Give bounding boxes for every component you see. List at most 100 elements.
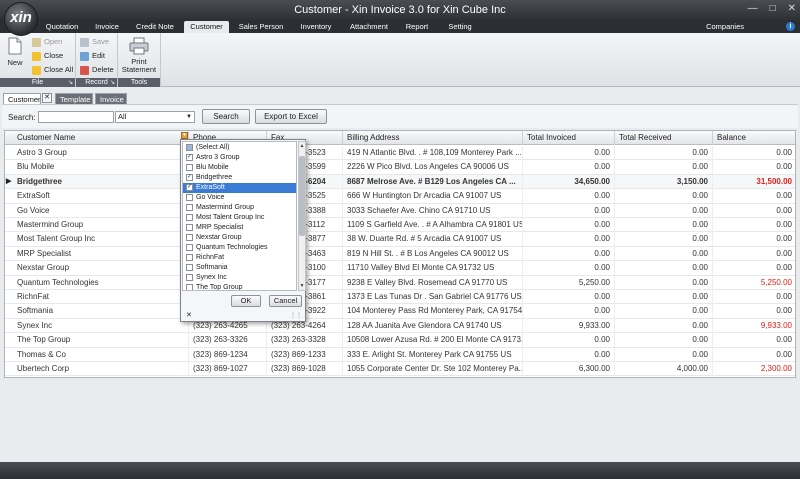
filter-scrollbar[interactable]: ▲ ▼ bbox=[298, 141, 306, 291]
cell-total-received[interactable]: 0.00 bbox=[615, 218, 713, 232]
cell-total-invoiced[interactable]: 34,650.00 bbox=[523, 174, 615, 189]
filter-list-item[interactable]: RichnFat bbox=[183, 253, 296, 263]
close-icon[interactable]: ✕ bbox=[186, 311, 192, 319]
tab-sales-person[interactable]: Sales Person bbox=[236, 21, 286, 33]
cell-balance[interactable]: 0.00 bbox=[713, 247, 795, 261]
table-row[interactable]: Thomas & Co (323) 869-1234 (323) 869-1233 3… bbox=[5, 347, 795, 362]
open-button[interactable]: Open bbox=[32, 36, 62, 48]
checkbox[interactable] bbox=[186, 143, 193, 151]
cell-total-invoiced[interactable]: 5,250.00 bbox=[523, 275, 615, 290]
cell-total-received[interactable]: 0.00 bbox=[615, 146, 713, 160]
search-scope-select[interactable]: All ▼ bbox=[115, 111, 195, 123]
cell-billing-address[interactable]: 1109 S Garfield Ave. . # A Alhambra CA 9… bbox=[343, 218, 523, 232]
tab-report[interactable]: Report bbox=[401, 21, 433, 33]
cell-phone[interactable]: (323) 869-1234 bbox=[189, 347, 267, 362]
table-row[interactable]: Most Talent Group Inc(323) 263-3326(323)… bbox=[5, 232, 795, 247]
filter-list-item[interactable]: Synex Inc bbox=[183, 273, 296, 283]
cell-balance[interactable]: 0.00 bbox=[713, 333, 795, 347]
cell-balance[interactable]: 0.00 bbox=[713, 232, 795, 246]
filter-list-item[interactable]: ✓ Astro 3 Group bbox=[183, 153, 296, 163]
cell-total-invoiced[interactable]: 0.00 bbox=[523, 203, 615, 218]
col-billing-address[interactable]: Billing Address bbox=[343, 131, 523, 145]
col-balance[interactable]: Balance bbox=[713, 131, 795, 145]
close-all-button[interactable]: Close All bbox=[32, 64, 73, 76]
cell-billing-address[interactable]: 128 AA Juanita Ave Glendora CA 91740 US bbox=[343, 318, 523, 333]
cell-billing-address[interactable]: 10508 Lower Azusa Rd. # 200 El Monte CA … bbox=[343, 333, 523, 348]
col-customer-name[interactable]: Customer Name bbox=[13, 131, 189, 145]
cell-balance[interactable]: 0.00 bbox=[713, 304, 795, 318]
cell-balance[interactable]: 0.00 bbox=[713, 160, 795, 174]
search-input[interactable] bbox=[38, 111, 114, 123]
cell-total-received[interactable]: 0.00 bbox=[615, 160, 713, 175]
checkbox[interactable] bbox=[186, 193, 193, 201]
cell-total-received[interactable]: 0.00 bbox=[615, 318, 713, 333]
cell-total-received[interactable]: 0.00 bbox=[615, 333, 713, 348]
close-tab-icon[interactable]: ✕ bbox=[42, 93, 52, 103]
cell-billing-address[interactable]: 8687 Melrose Ave. # B129 Los Angeles CA … bbox=[343, 174, 523, 189]
cell-billing-address[interactable]: 1055 Corporate Center Dr. Ste 102 Monter… bbox=[343, 362, 523, 376]
checkbox[interactable] bbox=[186, 243, 193, 251]
cell-customer-name[interactable]: Ubertech Corp bbox=[13, 362, 189, 376]
table-row[interactable]: RichnFat(323) 263-3326(323) 263-38611373… bbox=[5, 290, 795, 305]
filter-list-item[interactable]: Go Voice bbox=[183, 193, 296, 203]
cell-billing-address[interactable]: 38 W. Duarte Rd. # 5 Arcadia CA 91007 US bbox=[343, 232, 523, 247]
table-row[interactable]: ▶Bridgethree(323) 263-3326(323) 263-6204… bbox=[5, 174, 795, 190]
cell-billing-address[interactable]: 104 Monterey Pass Rd Monterey Park, CA 9… bbox=[343, 304, 523, 319]
cell-customer-name[interactable]: Quantum Technologies bbox=[13, 275, 189, 290]
cell-customer-name[interactable]: Synex Inc bbox=[13, 318, 189, 333]
cell-total-received[interactable]: 0.00 bbox=[615, 347, 713, 362]
table-row[interactable]: MRP Specialist(323) 263-3326(323) 263-34… bbox=[5, 246, 795, 262]
cell-customer-name[interactable]: MRP Specialist bbox=[13, 246, 189, 261]
cell-total-received[interactable]: 0.00 bbox=[615, 261, 713, 276]
table-row[interactable]: Ubertech Corp (323) 869-1027 (323) 869-102… bbox=[5, 362, 795, 377]
cell-customer-name[interactable]: Mastermind Group bbox=[13, 218, 189, 232]
companies-menu[interactable]: Companies bbox=[706, 21, 744, 33]
tab-credit-note[interactable]: Credit Note bbox=[132, 21, 178, 33]
cell-customer-name[interactable]: Astro 3 Group bbox=[13, 146, 189, 160]
cell-customer-name[interactable]: Nexstar Group bbox=[13, 261, 189, 276]
cell-customer-name[interactable]: Go Voice bbox=[13, 203, 189, 218]
close-window-icon[interactable]: ✕ bbox=[788, 3, 796, 14]
filter-list-item[interactable]: MRP Specialist bbox=[183, 223, 296, 233]
minimize-icon[interactable]: — bbox=[748, 3, 758, 14]
new-button[interactable]: New bbox=[4, 37, 26, 67]
col-total-invoiced[interactable]: Total Invoiced bbox=[523, 131, 615, 145]
cell-total-invoiced[interactable]: 0.00 bbox=[523, 218, 615, 232]
info-icon[interactable]: i bbox=[786, 22, 795, 31]
cell-total-received[interactable]: 0.00 bbox=[615, 275, 713, 290]
table-row[interactable]: Softmania(323) 263-3326(323) 263-3922104… bbox=[5, 304, 795, 319]
cell-balance[interactable]: 0.00 bbox=[713, 261, 795, 275]
checkbox[interactable] bbox=[186, 233, 193, 241]
doc-tab-invoice[interactable]: Invoice bbox=[95, 93, 127, 104]
app-logo[interactable]: xin bbox=[4, 2, 38, 36]
doc-tab-customer[interactable]: Customer bbox=[3, 93, 41, 104]
cell-total-invoiced[interactable]: 0.00 bbox=[523, 304, 615, 319]
cell-total-invoiced[interactable]: 0.00 bbox=[523, 160, 615, 175]
cell-phone[interactable]: (323) 263-3326 bbox=[189, 333, 267, 348]
save-button[interactable]: Save bbox=[80, 36, 109, 48]
maximize-icon[interactable]: □ bbox=[770, 3, 776, 14]
filter-list-item[interactable]: The Top Group bbox=[183, 283, 296, 290]
cell-billing-address[interactable]: 1373 E Las Tunas Dr . San Gabriel CA 917… bbox=[343, 290, 523, 304]
tab-quotation[interactable]: Quotation bbox=[40, 21, 84, 33]
cell-total-received[interactable]: 4,000.00 bbox=[615, 362, 713, 376]
checkbox[interactable] bbox=[186, 163, 193, 171]
filter-list-item[interactable]: Most Talent Group Inc bbox=[183, 213, 296, 223]
cell-customer-name[interactable]: Thomas & Co bbox=[13, 347, 189, 362]
cell-billing-address[interactable]: 666 W Huntington Dr Arcadia CA 91007 US bbox=[343, 189, 523, 204]
cell-balance[interactable]: 0.00 bbox=[713, 348, 795, 362]
checkbox[interactable]: ✓ bbox=[186, 153, 193, 161]
cell-total-invoiced[interactable]: 0.00 bbox=[523, 347, 615, 362]
cell-balance[interactable]: 5,250.00 bbox=[713, 276, 795, 290]
filter-list-item[interactable]: Blu Mobile bbox=[183, 163, 296, 173]
filter-icon[interactable]: ▼ bbox=[181, 132, 188, 139]
filter-list-item[interactable]: Nexstar Group bbox=[183, 233, 296, 243]
checkbox[interactable] bbox=[186, 273, 193, 281]
dialog-launcher-icon[interactable]: ↘ bbox=[68, 79, 73, 88]
resize-grip-icon[interactable]: ⋮⋮ bbox=[290, 312, 302, 319]
filter-list-item[interactable]: Softmania bbox=[183, 263, 296, 273]
checkbox[interactable] bbox=[186, 213, 193, 221]
checkbox[interactable]: ✓ bbox=[186, 183, 193, 191]
checkbox[interactable] bbox=[186, 263, 193, 271]
cell-total-invoiced[interactable]: 0.00 bbox=[523, 261, 615, 276]
